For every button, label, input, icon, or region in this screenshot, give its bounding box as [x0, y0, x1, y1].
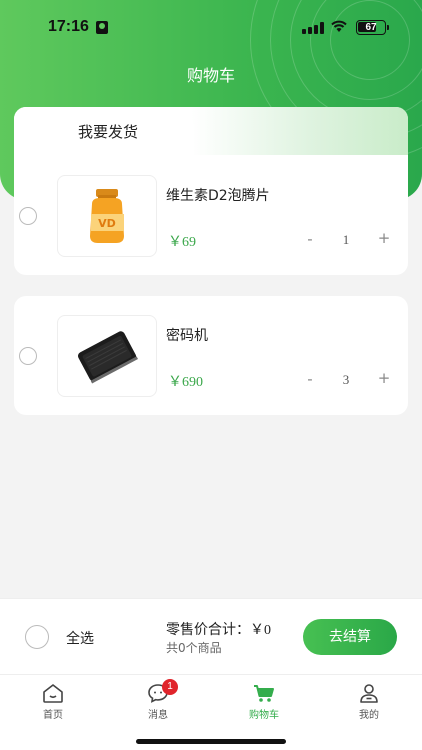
id-card-icon — [96, 21, 108, 34]
tab-ship[interactable]: 我要发货 — [14, 107, 194, 155]
qty-decrease-button[interactable]: - — [301, 370, 319, 388]
product-image[interactable] — [57, 315, 157, 397]
total-label: 零售价合计： — [166, 622, 250, 638]
qty-value[interactable]: 3 — [334, 372, 358, 388]
battery-icon: 67 — [356, 20, 386, 35]
item-name[interactable]: 维生素D2泡腾片 — [166, 185, 270, 205]
qty-increase-button[interactable]: + — [375, 369, 393, 387]
cart-icon — [254, 685, 274, 702]
tab-messages[interactable]: 消息 1 — [126, 679, 190, 721]
select-all-label[interactable]: 全选 — [66, 628, 94, 648]
checkout-button[interactable]: 去结算 — [303, 619, 397, 655]
select-all-radio[interactable] — [25, 625, 49, 649]
total-value: ￥0 — [250, 623, 271, 638]
profile-icon — [360, 684, 378, 703]
cart-item-2: 密码机 ￥690 - 3 + — [14, 296, 408, 415]
svg-text:VD: VD — [98, 217, 116, 230]
tab-messages-label: 消息 — [148, 710, 168, 721]
page-title: 购物车 — [186, 66, 235, 85]
home-indicator — [136, 739, 286, 744]
item-select-radio[interactable] — [19, 207, 37, 225]
item-select-radio[interactable] — [19, 347, 37, 365]
tab-home-label: 首页 — [43, 710, 63, 721]
status-time: 17:16 — [48, 18, 89, 35]
qty-increase-button[interactable]: + — [375, 229, 393, 247]
qty-value[interactable]: 1 — [334, 232, 358, 248]
item-name[interactable]: 密码机 — [166, 325, 208, 345]
tab-cart[interactable]: 购物车 — [232, 681, 296, 721]
tab-ship-label: 我要发货 — [78, 123, 139, 141]
tab-home[interactable]: 首页 — [21, 681, 85, 721]
checkout-bar: 全选 零售价合计：￥0 共0个商品 去结算 — [0, 598, 422, 674]
status-bar: 17:16 67 — [0, 0, 422, 56]
unread-badge: 1 — [162, 679, 178, 695]
product-image[interactable]: VD — [57, 175, 157, 257]
wifi-icon — [330, 19, 348, 37]
item-price: ￥690 — [168, 375, 203, 390]
battery-level: 67 — [365, 22, 377, 33]
signal-icon — [302, 22, 324, 34]
tab-profile-label: 我的 — [359, 710, 379, 721]
tab-cart-label: 购物车 — [249, 710, 279, 721]
qty-decrease-button[interactable]: - — [301, 230, 319, 248]
home-icon — [43, 684, 63, 703]
tab-profile[interactable]: 我的 — [337, 681, 401, 721]
total-price: 零售价合计：￥0 — [166, 619, 271, 639]
item-count: 共0个商品 — [166, 641, 222, 655]
item-price: ￥69 — [168, 235, 196, 250]
